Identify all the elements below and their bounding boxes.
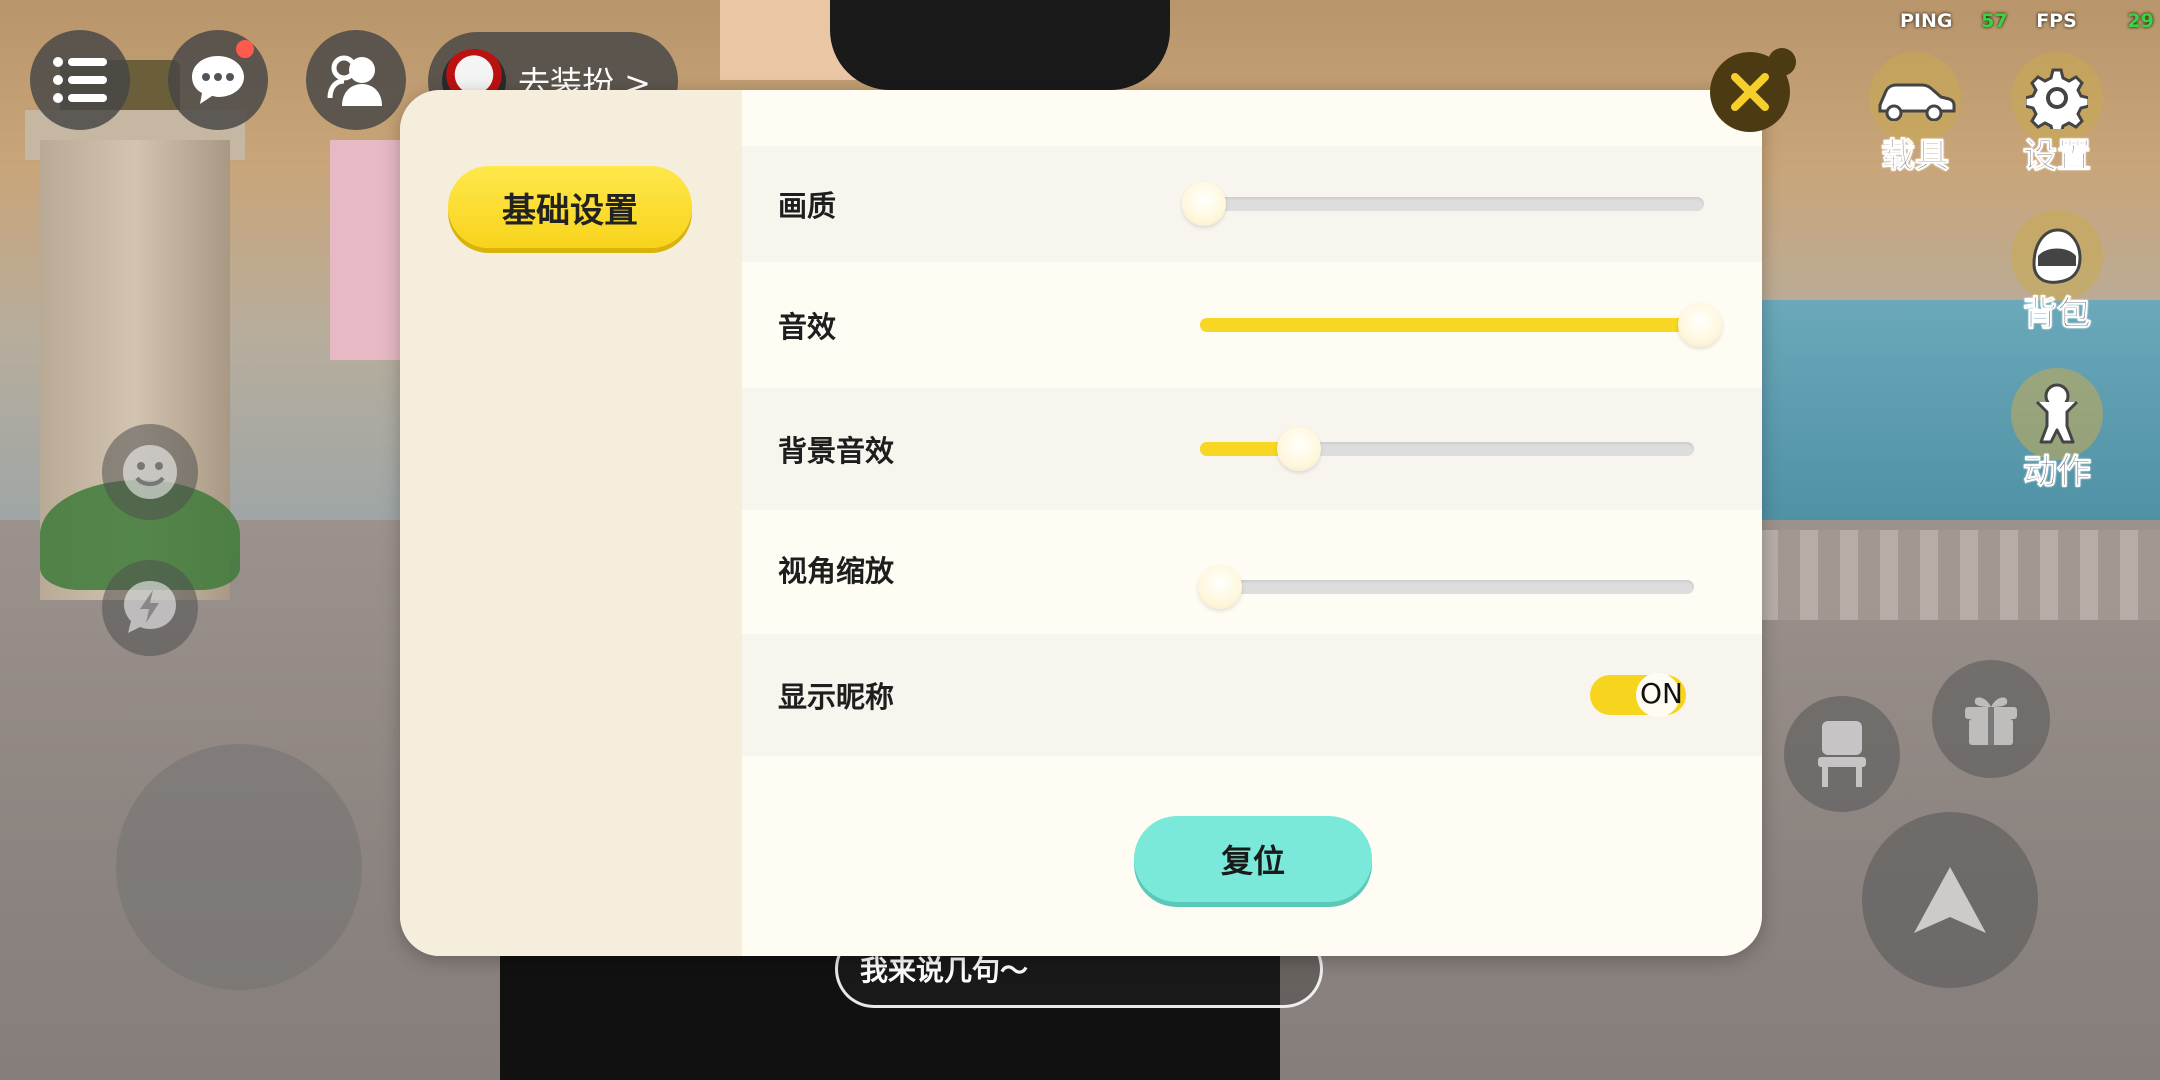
settings-panel: 基础设置 画质 音效 背景音效 视角缩放 显示昵称 ON 复位 — [400, 90, 1762, 956]
gear-icon — [2026, 68, 2088, 129]
menu-button[interactable] — [30, 30, 130, 130]
sfx-slider[interactable] — [1200, 303, 1722, 347]
car-icon — [1878, 83, 1956, 121]
vehicle-button[interactable]: 载具 — [1860, 52, 1970, 177]
fps-label: FPS — [2036, 10, 2077, 32]
close-button-nub — [1768, 48, 1796, 76]
emote-button[interactable] — [102, 424, 198, 520]
friends-icon — [327, 55, 382, 106]
network-stats: PING 57 FPS 29 — [1900, 10, 2154, 32]
backpack-label: 背包 — [2023, 294, 2092, 335]
ping-value: 57 — [1981, 10, 2008, 32]
tab-basic-settings-label: 基础设置 — [502, 190, 638, 231]
gift-button[interactable] — [1932, 660, 2050, 778]
zoom-slider[interactable] — [1197, 565, 1694, 609]
ping-label: PING — [1900, 10, 1953, 32]
action-button[interactable]: 动作 — [2002, 368, 2112, 493]
list-icon — [53, 57, 107, 103]
tab-basic-settings[interactable]: 基础设置 — [448, 166, 692, 248]
setting-row-bgm: 背景音效 — [742, 388, 1762, 510]
sfx-slider-knob[interactable] — [1678, 303, 1722, 347]
sfx-label: 音效 — [778, 310, 837, 344]
reset-button[interactable]: 复位 — [1134, 816, 1372, 902]
player-character — [830, 0, 1170, 90]
nickname-toggle-state: ON — [1640, 677, 1683, 710]
settings-rows: 画质 音效 背景音效 视角缩放 显示昵称 ON — [742, 146, 1762, 756]
jump-button[interactable] — [1862, 812, 2038, 988]
vehicle-label: 载具 — [1881, 136, 1950, 177]
backpack-icon — [2032, 228, 2082, 284]
settings-sidebar: 基础设置 — [400, 90, 742, 956]
action-label: 动作 — [2023, 452, 2092, 493]
lightning-bubble-icon — [124, 581, 176, 633]
quick-chat-button[interactable] — [102, 560, 198, 656]
arrow-up-icon — [1914, 867, 1986, 933]
sfx-slider-fill — [1200, 318, 1700, 332]
backpack-button[interactable]: 背包 — [2002, 210, 2112, 335]
setting-row-zoom: 视角缩放 — [742, 510, 1762, 634]
bgm-label: 背景音效 — [778, 434, 895, 468]
reset-button-label: 复位 — [1220, 842, 1285, 880]
zoom-slider-knob[interactable] — [1197, 565, 1242, 609]
fps-value: 29 — [2127, 10, 2154, 32]
setting-row-nickname: 显示昵称 ON — [742, 634, 1762, 756]
movement-joystick[interactable] — [116, 744, 362, 990]
close-icon — [1731, 73, 1769, 111]
chair-icon — [1818, 721, 1866, 787]
settings-button[interactable]: 设置 — [2002, 52, 2112, 177]
person-pose-icon — [2035, 383, 2079, 444]
chat-button[interactable] — [168, 30, 268, 130]
settings-label: 设置 — [2023, 136, 2092, 177]
notification-dot — [236, 40, 254, 58]
quality-slider-knob[interactable] — [1182, 182, 1226, 226]
bgm-slider[interactable] — [1200, 427, 1694, 471]
setting-row-quality: 画质 — [742, 146, 1762, 262]
sit-button[interactable] — [1784, 696, 1900, 812]
quality-slider[interactable] — [1182, 182, 1704, 226]
close-button[interactable] — [1710, 48, 1796, 132]
friends-button[interactable] — [306, 30, 406, 130]
smiley-icon — [123, 445, 177, 499]
zoom-label: 视角缩放 — [778, 554, 895, 588]
bgm-slider-knob[interactable] — [1276, 427, 1321, 471]
quality-label: 画质 — [778, 189, 837, 223]
chat-bubble-icon — [192, 56, 244, 104]
nickname-label: 显示昵称 — [778, 680, 895, 714]
setting-row-sfx: 音效 — [742, 262, 1762, 388]
gift-icon — [1965, 697, 2017, 745]
nickname-toggle[interactable]: ON — [1590, 673, 1686, 717]
